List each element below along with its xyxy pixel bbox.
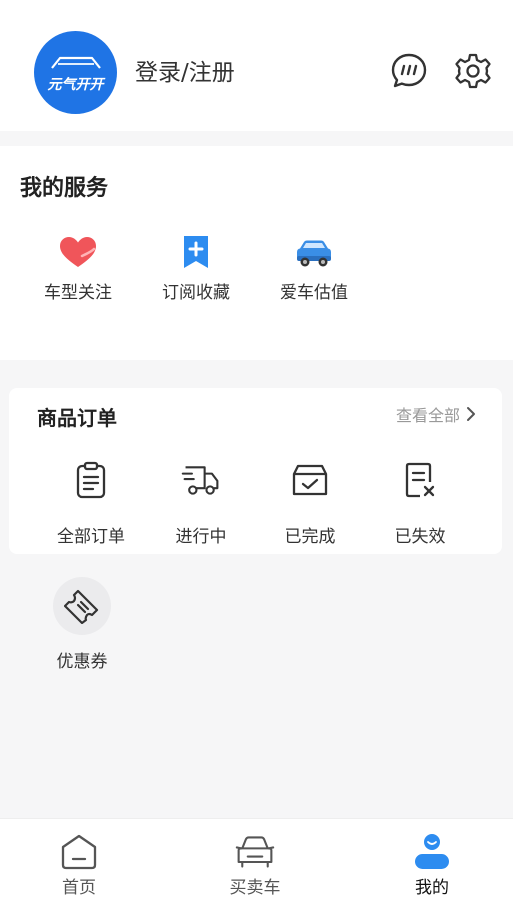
car-front-icon bbox=[235, 836, 275, 868]
order-all[interactable]: 全部订单 bbox=[36, 460, 146, 547]
gear-icon[interactable] bbox=[454, 52, 492, 90]
service-label: 爱车估值 bbox=[280, 283, 348, 303]
coupon-icon-circle bbox=[53, 577, 111, 635]
ticket-icon bbox=[64, 589, 99, 624]
tab-buy-sell-car[interactable]: 买卖车 bbox=[210, 833, 300, 898]
app-logo[interactable]: 元气开开 bbox=[34, 31, 117, 114]
box-check-icon bbox=[292, 464, 328, 496]
truck-icon bbox=[181, 466, 219, 495]
view-all-orders-link[interactable]: 查看全部 bbox=[396, 402, 476, 426]
orders-card: 商品订单 查看全部 全部订单 进行中 已完成 已失效 bbox=[9, 388, 502, 554]
order-label: 已失效 bbox=[394, 527, 446, 547]
heart-icon bbox=[60, 237, 96, 267]
order-expired[interactable]: 已失效 bbox=[365, 460, 475, 547]
orders-title: 商品订单 bbox=[37, 406, 117, 430]
service-car-valuation[interactable]: 爱车估值 bbox=[264, 234, 364, 303]
my-services-section: 我的服务 车型关注 订阅收藏 爱车估值 bbox=[0, 146, 513, 360]
order-label: 全部订单 bbox=[57, 527, 125, 547]
home-icon bbox=[61, 834, 97, 870]
tab-label: 买卖车 bbox=[229, 878, 281, 898]
tab-label: 我的 bbox=[415, 878, 449, 898]
profile-icon bbox=[415, 834, 449, 869]
order-label: 已完成 bbox=[284, 527, 336, 547]
service-label: 订阅收藏 bbox=[162, 283, 230, 303]
view-all-label: 查看全部 bbox=[395, 406, 460, 425]
logo-car-icon bbox=[50, 56, 101, 69]
chat-bubble-icon[interactable] bbox=[390, 52, 428, 90]
service-subscribe-favorites[interactable]: 订阅收藏 bbox=[146, 234, 246, 303]
service-car-follow[interactable]: 车型关注 bbox=[28, 234, 128, 303]
bottom-tab-bar: 首页 买卖车 我的 bbox=[0, 818, 513, 902]
section-title: 我的服务 bbox=[20, 176, 109, 201]
chevron-right-icon bbox=[467, 407, 475, 421]
order-label: 进行中 bbox=[175, 527, 227, 547]
tab-mine[interactable]: 我的 bbox=[387, 833, 477, 898]
car-icon bbox=[297, 240, 331, 267]
document-x-icon bbox=[405, 462, 435, 498]
order-completed[interactable]: 已完成 bbox=[255, 460, 365, 547]
login-register-link[interactable]: 登录/注册 bbox=[135, 58, 235, 88]
bookmark-plus-icon bbox=[184, 236, 208, 268]
coupon-entry[interactable]: 优惠券 bbox=[42, 577, 122, 672]
tab-home[interactable]: 首页 bbox=[34, 833, 124, 898]
service-label: 车型关注 bbox=[44, 283, 112, 303]
order-in-progress[interactable]: 进行中 bbox=[146, 460, 256, 547]
coupon-label: 优惠券 bbox=[56, 652, 108, 672]
profile-header: 元气开开 登录/注册 bbox=[0, 0, 513, 131]
logo-text: 元气开开 bbox=[47, 76, 104, 93]
clipboard-icon bbox=[76, 461, 106, 499]
tab-label: 首页 bbox=[62, 878, 96, 898]
